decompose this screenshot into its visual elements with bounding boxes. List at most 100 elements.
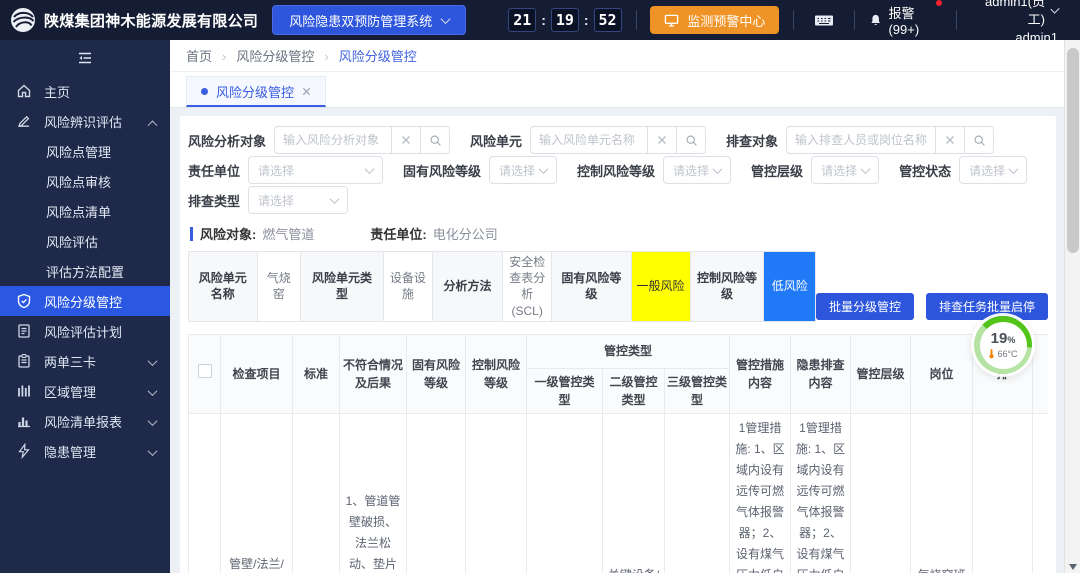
shield-icon [16,293,32,309]
summary-inherent-value: 一般风险 [630,251,691,322]
inspect-object-clear-button[interactable] [935,126,966,154]
control-level-select[interactable]: 请选择 [663,156,732,184]
chevron-down-icon [329,193,340,204]
col-control-type-l2: 二级管控类型 [602,367,665,414]
breadcrumb-risk-grading[interactable]: 风险分级管控 [212,46,314,65]
duty-unit-value: 电化分公司 [432,227,498,242]
sidebar-item-risk-list-report[interactable]: 风险清单报表 [0,406,170,436]
risk-object-info-bar: 风险对象: 燃气管道 责任单位: 电化分公司 [190,224,1048,243]
content-card: 风险分析对象 风险单元 [180,116,1056,573]
risk-unit-search-button[interactable] [676,126,707,154]
vertical-scrollbar[interactable] [1064,40,1080,573]
cell-post: 气烧窑班长 [910,412,973,573]
alarm-button[interactable]: 报警(99+) [869,0,942,37]
risk-unit-input[interactable] [530,126,649,154]
duty-unit-select[interactable]: 请选择 [248,156,384,184]
summary-unit-name-label: 风险单元名称 [188,251,258,322]
select-placeholder: 请选择 [258,193,295,208]
sidebar-item-risk-point-audit[interactable]: 风险点审核 [0,166,170,196]
control-status-select[interactable]: 请选择 [959,156,1028,184]
batch-grading-control-button[interactable]: 批量分级管控 [815,292,914,320]
inspect-type-select[interactable]: 请选择 [248,186,349,214]
col-control-type-l1: 一级管控类型 [526,367,603,414]
inspect-object-input-group [786,126,995,154]
analysis-object-input-group [274,126,451,154]
select-all-checkbox[interactable] [197,364,212,379]
chevron-up-icon [147,119,158,130]
cell-inherent-risk: 一般风险 [406,412,466,573]
clear-icon [402,136,410,144]
sidebar-item-risk-evaluate[interactable]: 风险评估 [0,226,170,256]
sidebar-item-two-lists-three-cards[interactable]: 两单三卡 [0,346,170,376]
tab-close-icon[interactable] [302,87,311,96]
summary-method-value: 安全检查表分析(SCL) [502,251,553,322]
sidebar-item-risk-grading-control[interactable]: 风险分级管控 [0,286,170,316]
risk-unit-clear-button[interactable] [647,126,678,154]
filter-row-2: 责任单位 请选择 固有风险等级 请选择 控制风险等级 请选择 管控层级 请选择 … [188,156,1048,184]
sidebar-item-risk-point-list[interactable]: 风险点清单 [0,196,170,226]
chevron-down-icon [538,163,549,174]
monitor-icon [665,14,679,27]
sidebar-collapse-button[interactable] [0,40,170,76]
analysis-object-clear-button[interactable] [391,126,422,154]
tab-risk-grading-control[interactable]: 风险分级管控 [186,76,327,107]
tab-bar: 风险分级管控 [170,72,1064,108]
sidebar-item-label: 主页 [44,84,71,100]
sidebar-item-risk-identify[interactable]: 风险辨识评估 [0,106,170,136]
sidebar-item-risk-evaluate-plan[interactable]: 风险评估计划 [0,316,170,346]
user-menu[interactable]: admin1(员工) admin1 [981,0,1060,47]
tab-active-dot [201,87,208,95]
analysis-object-input[interactable] [274,126,393,154]
breadcrumb-home[interactable]: 首页 [186,46,212,65]
widget-temperature: 66°C [997,348,1018,359]
duty-unit-label: 责任单位: [370,227,427,242]
company-logo-icon [11,8,35,32]
alarm-label: 报警(99+) [888,6,920,37]
tab-label: 风险分级管控 [216,84,295,100]
header-divider [635,10,637,30]
risk-unit-summary-table: 风险单元名称 气烧窑 风险单元类型 设备设施 分析方法 安全检查表分析(SCL)… [188,251,816,322]
sidebar-item-region-manage[interactable]: 区域管理 [0,376,170,406]
cell-check-item: 管壁/法兰/法兰跨接线路 [220,412,293,573]
clock-minutes: 19 [550,8,579,32]
keyboard-button[interactable] [808,12,840,28]
sidebar-item-risk-point-manage[interactable]: 风险点管理 [0,136,170,166]
sidebar-item-evaluate-method-config[interactable]: 评估方法配置 [0,256,170,286]
summary-method-label: 分析方法 [431,251,504,322]
filter-row-1: 风险分析对象 风险单元 [188,126,1048,154]
brand: 陕煤集团神木能源发展有限公司 [0,7,258,33]
table-row: 管壁/法兰/法兰跨接线路 无泄漏 1、管道管壁破损、法兰松动、垫片破损煤气泄漏人… [188,412,1048,573]
bar-chart-icon [16,413,32,429]
summary-unit-name-value: 气烧窑 [256,251,302,322]
inherent-level-select[interactable]: 请选择 [489,156,558,184]
risk-object-value: 燃气管道 [262,227,315,242]
app-window: 陕煤集团神木能源发展有限公司 风险隐患双预防管理系统 21 : 19 : 52 … [0,0,1080,573]
sidebar-menu: 主页 风险辨识评估 风险点管理 风险点审核 风险点清单 风险评估 评估方法配置 … [0,76,170,466]
clock-separator: : [583,12,589,28]
header-divider [854,10,856,30]
scrollbar-thumb[interactable] [1067,48,1079,253]
chevron-down-icon [1008,163,1019,174]
filter-label-analysis-object: 风险分析对象 [188,133,267,149]
inspect-object-search-button[interactable] [964,126,995,154]
batch-task-start-stop-button[interactable]: 排查任务批量启停 [925,292,1048,320]
collapse-menu-icon [79,52,91,64]
user-name: admin1 [1015,30,1058,46]
sidebar-item-hidden-danger-manage[interactable]: 隐患管理 [0,436,170,466]
filter-label-inspect-object: 排查对象 [726,133,779,149]
monitor-center-button[interactable]: 监测预警中心 [650,6,780,34]
analysis-object-search-button[interactable] [420,126,451,154]
sidebar-item-label: 风险分级管控 [44,294,123,310]
system-switcher-button[interactable]: 风险隐患双预防管理系统 [272,5,467,35]
select-placeholder: 请选择 [821,163,858,178]
sidebar-item-home[interactable]: 主页 [0,76,170,106]
system-monitor-widget[interactable]: 19% 66°C [974,316,1032,374]
company-name: 陕煤集团神木能源发展有限公司 [44,12,259,30]
control-layer-select[interactable]: 请选择 [811,156,880,184]
cell-standard: 无泄漏 [292,412,340,573]
scrollbar-down-arrow[interactable] [1069,564,1077,570]
clear-icon [946,136,955,144]
sidebar-item-label: 评估方法配置 [46,264,125,280]
inspect-object-input[interactable] [786,126,937,154]
filter-label-risk-unit: 风险单元 [470,133,523,149]
